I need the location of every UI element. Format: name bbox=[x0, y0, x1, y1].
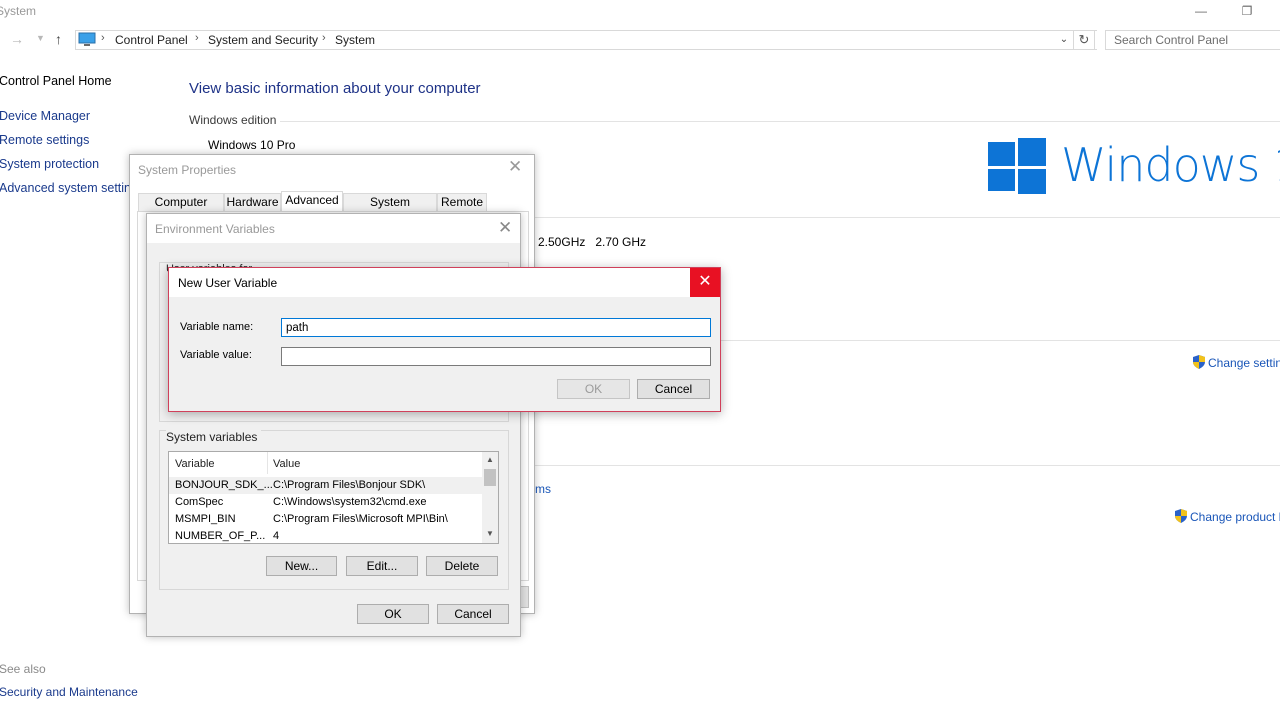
processor-speed: 2.50GHz 2.70 GHz bbox=[538, 235, 647, 249]
crumb-system[interactable]: System bbox=[335, 33, 375, 47]
uac-shield-icon bbox=[1175, 509, 1187, 523]
chevron-right-icon: › bbox=[322, 32, 326, 44]
section-divider bbox=[721, 340, 1280, 341]
partial-link[interactable]: ms bbox=[535, 482, 551, 496]
sidebar-control-panel-home[interactable]: Control Panel Home bbox=[0, 74, 112, 88]
sidebar-item-remote-settings[interactable]: Remote settings bbox=[0, 133, 89, 147]
table-row[interactable]: BONJOUR_SDK_... C:\Program Files\Bonjour… bbox=[169, 477, 483, 494]
scroll-down-icon[interactable]: ▼ bbox=[482, 527, 498, 541]
uac-shield-icon bbox=[1193, 355, 1205, 369]
dialog-title: System Properties bbox=[138, 163, 237, 177]
windows-logo-icon bbox=[988, 138, 1046, 194]
section-divider bbox=[535, 217, 1280, 218]
tab-remote[interactable]: Remote bbox=[437, 193, 487, 211]
chevron-right-icon: › bbox=[195, 32, 199, 44]
variable-name-label: Variable name: bbox=[180, 321, 254, 333]
cancel-button[interactable]: Cancel bbox=[637, 379, 710, 399]
tab-computer-name[interactable]: Computer Name bbox=[138, 193, 224, 226]
vertical-scrollbar[interactable]: ▲ ▼ bbox=[482, 452, 498, 543]
system-variables-table[interactable]: Variable Value BONJOUR_SDK_... C:\Progra… bbox=[168, 451, 499, 544]
forward-arrow-icon[interactable]: → bbox=[10, 31, 24, 47]
row-value: C:\Windows\system32\cmd.exe bbox=[273, 496, 427, 508]
crumb-system-and-security[interactable]: System and Security bbox=[208, 33, 318, 47]
scrollbar-thumb[interactable] bbox=[484, 469, 496, 486]
window-title: System bbox=[0, 4, 37, 18]
tab-advanced[interactable]: Advanced bbox=[281, 191, 343, 212]
change-settings-link[interactable]: Change settings bbox=[1208, 356, 1280, 370]
column-header-variable[interactable]: Variable bbox=[175, 458, 215, 470]
computer-icon bbox=[78, 32, 96, 46]
windows-edition-value: Windows 10 Pro bbox=[208, 138, 296, 152]
table-row[interactable]: NUMBER_OF_P... 4 bbox=[169, 528, 483, 543]
delete-variable-button[interactable]: Delete bbox=[426, 556, 498, 576]
dialog-title: New User Variable bbox=[178, 276, 278, 290]
column-divider[interactable] bbox=[267, 452, 268, 474]
restore-button[interactable]: ❐ bbox=[1224, 0, 1270, 22]
row-variable: BONJOUR_SDK_... bbox=[175, 479, 273, 491]
crumb-control-panel[interactable]: Control Panel bbox=[115, 33, 188, 47]
up-arrow-icon[interactable]: ↑ bbox=[55, 31, 62, 47]
variable-value-label: Variable value: bbox=[180, 349, 252, 361]
sidebar-item-device-manager[interactable]: Device Manager bbox=[0, 109, 90, 123]
close-icon[interactable]: ✕ bbox=[508, 157, 522, 177]
security-and-maintenance-link[interactable]: Security and Maintenance bbox=[0, 685, 138, 699]
close-icon[interactable]: ✕ bbox=[690, 268, 720, 297]
cancel-button[interactable]: Cancel bbox=[437, 604, 509, 624]
search-input[interactable]: Search Control Panel bbox=[1105, 30, 1280, 50]
minimize-button[interactable]: — bbox=[1178, 0, 1224, 22]
ok-button[interactable]: OK bbox=[357, 604, 429, 624]
row-variable: MSMPI_BIN bbox=[175, 513, 236, 525]
chevron-right-icon: › bbox=[101, 32, 105, 44]
chevron-down-icon[interactable]: ⌄ bbox=[1055, 30, 1073, 50]
section-divider bbox=[535, 465, 1280, 466]
recent-dropdown-icon[interactable]: ▼ bbox=[36, 33, 45, 43]
see-also-heading: See also bbox=[0, 662, 46, 676]
row-value: C:\Program Files\Microsoft MPI\Bin\ bbox=[273, 513, 448, 525]
system-variables-label: System variables bbox=[166, 430, 262, 444]
column-header-value[interactable]: Value bbox=[273, 458, 300, 470]
edit-variable-button[interactable]: Edit... bbox=[346, 556, 418, 576]
page-title: View basic information about your comput… bbox=[189, 80, 481, 97]
windows-edition-heading: Windows edition bbox=[189, 113, 277, 127]
change-product-key-link[interactable]: Change product key bbox=[1190, 510, 1280, 524]
ok-button[interactable]: OK bbox=[557, 379, 630, 399]
scroll-up-icon[interactable]: ▲ bbox=[482, 453, 498, 467]
table-row[interactable]: ComSpec C:\Windows\system32\cmd.exe bbox=[169, 494, 483, 511]
table-row[interactable]: MSMPI_BIN C:\Program Files\Microsoft MPI… bbox=[169, 511, 483, 528]
refresh-icon[interactable]: ↻ bbox=[1073, 30, 1095, 50]
tab-system-protection[interactable]: System Protection bbox=[343, 193, 437, 226]
dialog-title: Environment Variables bbox=[155, 222, 275, 236]
row-variable: NUMBER_OF_P... bbox=[175, 530, 266, 542]
close-icon[interactable]: ✕ bbox=[498, 218, 512, 238]
section-divider bbox=[280, 121, 1280, 122]
variable-value-input[interactable] bbox=[281, 347, 711, 366]
sidebar-item-system-protection[interactable]: System protection bbox=[0, 157, 99, 171]
row-variable: ComSpec bbox=[175, 496, 224, 508]
sidebar-item-advanced-system-settings[interactable]: Advanced system settings bbox=[0, 181, 144, 195]
row-value: 4 bbox=[273, 530, 280, 542]
windows-10-logo-text: Windows 10 bbox=[1061, 138, 1280, 192]
row-value: C:\Program Files\Bonjour SDK\ bbox=[273, 479, 426, 491]
tab-hardware[interactable]: Hardware bbox=[224, 193, 281, 211]
new-variable-button[interactable]: New... bbox=[266, 556, 337, 576]
variable-name-input[interactable] bbox=[281, 318, 711, 337]
